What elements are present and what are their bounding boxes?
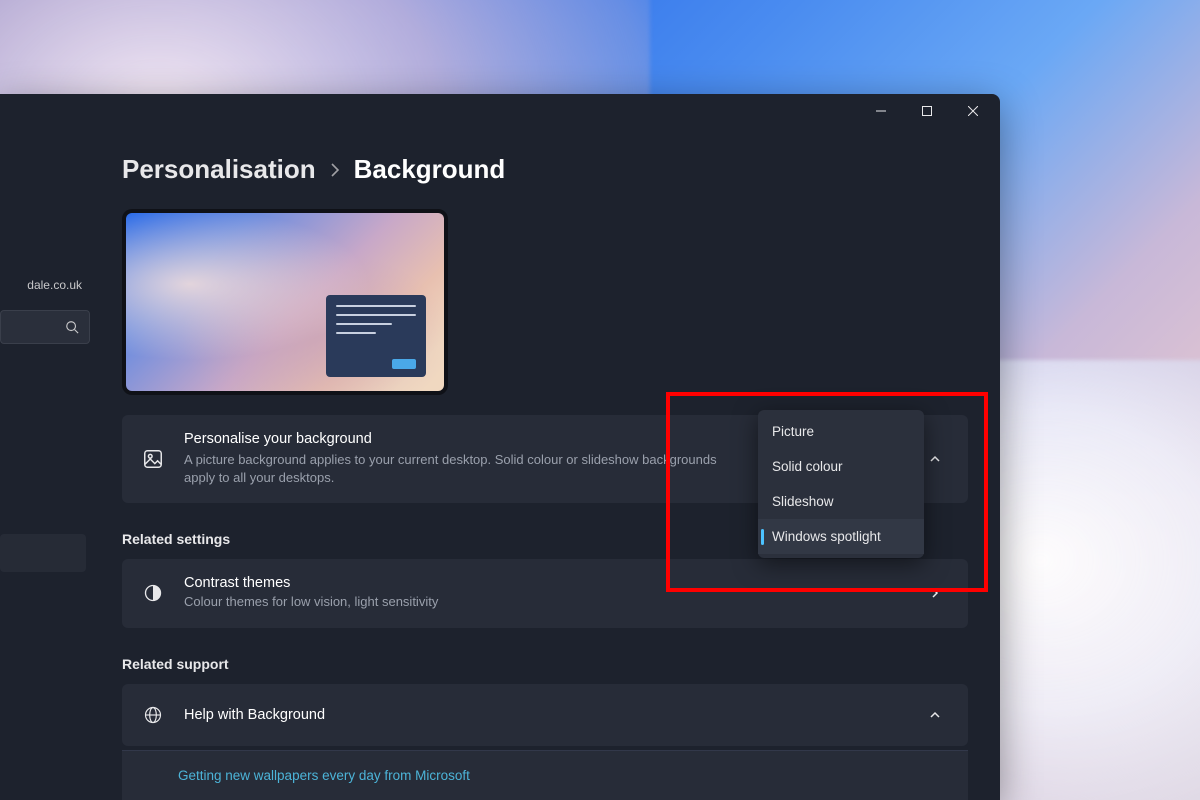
help-background-row[interactable]: Help with Background — [122, 684, 968, 746]
search-input[interactable] — [0, 310, 90, 344]
related-support-heading: Related support — [122, 656, 970, 672]
account-email: dale.co.uk — [0, 278, 90, 292]
dropdown-option-picture[interactable]: Picture — [758, 414, 924, 449]
image-icon — [140, 446, 166, 472]
dropdown-option-windows-spotlight[interactable]: Windows spotlight — [758, 519, 924, 554]
contrast-themes-row[interactable]: Contrast themes Colour themes for low vi… — [122, 559, 968, 627]
help-link-row: Getting new wallpapers every day from Mi… — [122, 750, 968, 800]
minimize-button[interactable] — [858, 96, 904, 126]
help-title: Help with Background — [184, 707, 902, 723]
dropdown-option-solid-colour[interactable]: Solid colour — [758, 449, 924, 484]
close-button[interactable] — [950, 96, 996, 126]
background-preview — [122, 209, 448, 395]
chevron-right-icon — [330, 163, 340, 177]
help-link[interactable]: Getting new wallpapers every day from Mi… — [178, 768, 470, 783]
personalise-desc: A picture background applies to your cur… — [184, 451, 744, 487]
sidebar: dale.co.uk — [0, 128, 90, 800]
maximize-button[interactable] — [904, 96, 950, 126]
titlebar — [0, 94, 1000, 128]
background-type-dropdown[interactable]: Picture Solid colour Slideshow Windows s… — [758, 410, 924, 558]
search-icon — [65, 320, 79, 334]
breadcrumb-current: Background — [354, 154, 506, 185]
chevron-up-icon[interactable] — [920, 700, 950, 730]
dropdown-option-slideshow[interactable]: Slideshow — [758, 484, 924, 519]
chevron-right-icon — [920, 578, 950, 608]
preview-widget — [326, 295, 426, 377]
breadcrumb: Personalisation Background — [122, 154, 970, 185]
sidebar-item-personalisation[interactable] — [0, 534, 86, 572]
breadcrumb-parent[interactable]: Personalisation — [122, 154, 316, 185]
contrast-icon — [140, 580, 166, 606]
contrast-title: Contrast themes — [184, 575, 902, 591]
contrast-desc: Colour themes for low vision, light sens… — [184, 593, 744, 611]
globe-icon — [140, 702, 166, 728]
chevron-up-icon[interactable] — [920, 444, 950, 474]
settings-window: dale.co.uk Personalisation Background — [0, 94, 1000, 800]
